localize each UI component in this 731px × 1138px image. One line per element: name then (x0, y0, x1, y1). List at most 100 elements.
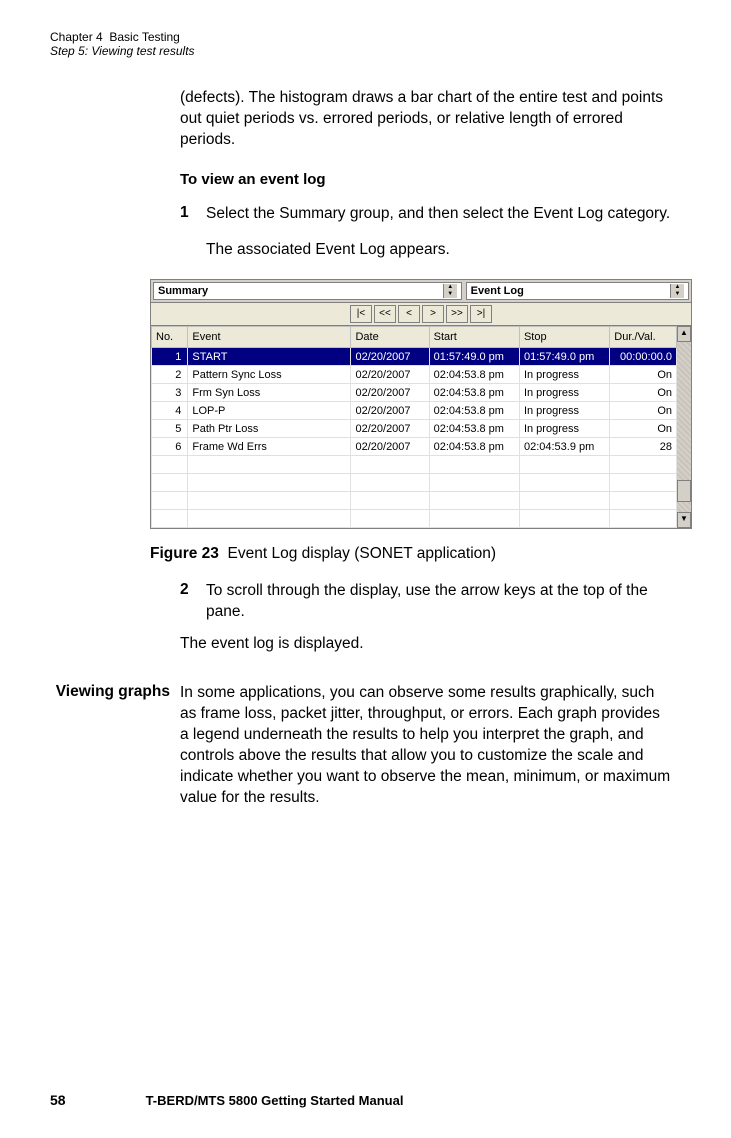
cell-dur: On (610, 402, 677, 420)
cell-start: 02:04:53.8 pm (429, 438, 519, 456)
prev-page-button[interactable]: << (374, 305, 396, 323)
cell-stop: 01:57:49.0 pm (519, 348, 609, 366)
step-1: 1 Select the Summary group, and then sel… (180, 204, 671, 225)
cell-event: Path Ptr Loss (188, 420, 351, 438)
scroll-track[interactable] (677, 342, 691, 512)
cell-dur: 00:00:00.0 (610, 348, 677, 366)
col-no[interactable]: No. (152, 327, 188, 348)
cell-date: 02/20/2007 (351, 348, 429, 366)
cell-date: 02/20/2007 (351, 384, 429, 402)
step-2-number: 2 (180, 581, 194, 623)
cell-no: 4 (152, 402, 188, 420)
cell-stop: 02:04:53.9 pm (519, 438, 609, 456)
spinner-icon[interactable]: ▲ ▼ (670, 284, 684, 298)
cell-event: LOP-P (188, 402, 351, 420)
figure-caption: Figure 23 Event Log display (SONET appli… (150, 545, 671, 563)
cell-stop: In progress (519, 366, 609, 384)
header-step: Step 5: Viewing test results (50, 44, 671, 58)
step-1-result: The associated Event Log appears. (206, 240, 671, 261)
figure-label: Figure 23 (150, 545, 219, 562)
intro-paragraph: (defects). The histogram draws a bar cha… (180, 88, 671, 151)
cell-event: Frm Syn Loss (188, 384, 351, 402)
eventlog-table: No. Event Date Start Stop Dur./Val. 1STA… (151, 326, 677, 528)
procedure-heading: To view an event log (180, 171, 671, 188)
figure-screenshot: Summary ▲ ▼ Event Log ▲ ▼ |< << < (150, 279, 671, 529)
header-chapter: Chapter 4 Basic Testing (50, 30, 671, 44)
col-dur[interactable]: Dur./Val. (610, 327, 677, 348)
cell-stop: In progress (519, 420, 609, 438)
footer-title: T-BERD/MTS 5800 Getting Started Manual (146, 1093, 404, 1108)
chevron-down-icon[interactable]: ▼ (443, 291, 457, 298)
col-event[interactable]: Event (188, 327, 351, 348)
cell-stop: In progress (519, 384, 609, 402)
scroll-thumb[interactable] (677, 480, 691, 502)
chapter-title: Basic Testing (109, 30, 179, 44)
table-row[interactable]: 6Frame Wd Errs02/20/200702:04:53.8 pm02:… (152, 438, 677, 456)
table-row-empty (152, 492, 677, 510)
chevron-down-icon[interactable]: ▼ (670, 291, 684, 298)
cell-dur: 28 (610, 438, 677, 456)
next-page-button[interactable]: >> (446, 305, 468, 323)
cell-start: 01:57:49.0 pm (429, 348, 519, 366)
group-select[interactable]: Summary ▲ ▼ (153, 282, 462, 300)
viewing-graphs-body: In some applications, you can observe so… (180, 683, 671, 809)
table-row[interactable]: 1START02/20/200701:57:49.0 pm01:57:49.0 … (152, 348, 677, 366)
viewing-graphs-section: Viewing graphs In some applications, you… (50, 683, 671, 809)
table-row-empty (152, 510, 677, 528)
cell-start: 02:04:53.8 pm (429, 420, 519, 438)
cell-start: 02:04:53.8 pm (429, 366, 519, 384)
scroll-up-icon[interactable]: ▲ (677, 326, 691, 342)
cell-no: 3 (152, 384, 188, 402)
cell-event: Pattern Sync Loss (188, 366, 351, 384)
col-stop[interactable]: Stop (519, 327, 609, 348)
eventlog-window: Summary ▲ ▼ Event Log ▲ ▼ |< << < (150, 279, 692, 529)
cell-start: 02:04:53.8 pm (429, 402, 519, 420)
cell-start: 02:04:53.8 pm (429, 384, 519, 402)
last-button[interactable]: >| (470, 305, 492, 323)
cell-no: 2 (152, 366, 188, 384)
cell-no: 1 (152, 348, 188, 366)
category-select[interactable]: Event Log ▲ ▼ (466, 282, 689, 300)
table-row-empty (152, 456, 677, 474)
figure-caption-text: Event Log display (SONET application) (228, 545, 497, 562)
cell-dur: On (610, 384, 677, 402)
cell-event: Frame Wd Errs (188, 438, 351, 456)
group-select-value: Summary (158, 285, 208, 297)
cell-date: 02/20/2007 (351, 438, 429, 456)
cell-date: 02/20/2007 (351, 402, 429, 420)
nav-buttons: |< << < > >> >| (151, 303, 691, 326)
closing-text: The event log is displayed. (180, 634, 671, 655)
cell-event: START (188, 348, 351, 366)
cell-date: 02/20/2007 (351, 420, 429, 438)
table-row[interactable]: 3Frm Syn Loss02/20/200702:04:53.8 pmIn p… (152, 384, 677, 402)
step-2-text: To scroll through the display, use the a… (206, 581, 671, 623)
table-row[interactable]: 5Path Ptr Loss02/20/200702:04:53.8 pmIn … (152, 420, 677, 438)
cell-dur: On (610, 420, 677, 438)
spinner-icon[interactable]: ▲ ▼ (443, 284, 457, 298)
category-select-value: Event Log (471, 285, 524, 297)
table-row[interactable]: 4LOP-P02/20/200702:04:53.8 pmIn progress… (152, 402, 677, 420)
table-row-empty (152, 474, 677, 492)
chapter-label: Chapter 4 (50, 30, 103, 44)
prev-button[interactable]: < (398, 305, 420, 323)
next-button[interactable]: > (422, 305, 444, 323)
scrollbar[interactable]: ▲ ▼ (677, 326, 691, 528)
scroll-down-icon[interactable]: ▼ (677, 512, 691, 528)
cell-no: 5 (152, 420, 188, 438)
chevron-up-icon[interactable]: ▲ (670, 284, 684, 291)
first-button[interactable]: |< (350, 305, 372, 323)
col-start[interactable]: Start (429, 327, 519, 348)
eventlog-combos: Summary ▲ ▼ Event Log ▲ ▼ (151, 280, 691, 303)
chevron-up-icon[interactable]: ▲ (443, 284, 457, 291)
step-1-number: 1 (180, 204, 194, 225)
page-number: 58 (50, 1092, 66, 1108)
step-2: 2 To scroll through the display, use the… (180, 581, 671, 623)
cell-no: 6 (152, 438, 188, 456)
table-row[interactable]: 2Pattern Sync Loss02/20/200702:04:53.8 p… (152, 366, 677, 384)
cell-stop: In progress (519, 402, 609, 420)
col-date[interactable]: Date (351, 327, 429, 348)
page-footer: 58 T-BERD/MTS 5800 Getting Started Manua… (50, 1092, 671, 1108)
cell-date: 02/20/2007 (351, 366, 429, 384)
step-1-text: Select the Summary group, and then selec… (206, 204, 670, 225)
cell-dur: On (610, 366, 677, 384)
